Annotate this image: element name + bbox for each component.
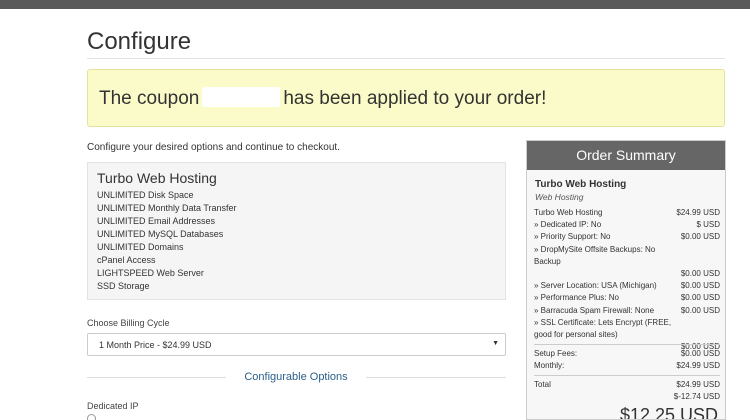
summary-line: » Dedicated IP: No $ USD bbox=[534, 219, 720, 231]
order-summary-panel: Order Summary Turbo Web Hosting Web Host… bbox=[526, 140, 726, 420]
summary-line: » SSL Certificate: Lets Encrypt (FREE, g… bbox=[534, 317, 720, 341]
title-divider bbox=[87, 58, 725, 59]
line-label: » Dedicated IP: No bbox=[534, 220, 602, 230]
summary-fees: Setup Fees: $0.00 USD Monthly: $24.99 USD bbox=[534, 348, 720, 372]
feature-list: UNLIMITED Disk Space UNLIMITED Monthly D… bbox=[97, 189, 237, 293]
feature-item: UNLIMITED MySQL Databases bbox=[97, 229, 224, 239]
billing-cycle-select[interactable]: 1 Month Price - $24.99 USD ▼ bbox=[87, 333, 506, 356]
dedicated-ip-radio[interactable] bbox=[87, 414, 96, 420]
coupon-message-before: The coupon bbox=[99, 88, 200, 109]
dedicated-ip-label: Dedicated IP bbox=[87, 401, 139, 411]
discount-row: $-12.74 USD bbox=[534, 391, 720, 403]
feature-item: SSD Storage bbox=[97, 281, 150, 291]
line-label: » DropMySite Offsite Backups: No Backup bbox=[534, 244, 656, 266]
feature-item: UNLIMITED Disk Space bbox=[97, 190, 194, 200]
page-title: Configure bbox=[87, 28, 192, 55]
billing-cycle-value: 1 Month Price - $24.99 USD bbox=[99, 340, 212, 350]
summary-line: » Barracuda Spam Firewall: None $0.00 USD bbox=[534, 305, 720, 317]
line-amount: $0.00 USD bbox=[680, 232, 720, 242]
dedicated-ip-options bbox=[87, 414, 387, 420]
line-amount: $0.00 USD bbox=[680, 305, 720, 315]
summary-line-items: Turbo Web Hosting $24.99 USD » Dedicated … bbox=[534, 207, 720, 353]
summary-line: » Performance Plus: No $0.00 USD bbox=[534, 292, 720, 304]
line-amount: $ USD bbox=[696, 220, 720, 230]
coupon-message: The coupon has been applied to your order… bbox=[99, 86, 547, 110]
line-amount: $0.00 USD bbox=[680, 293, 720, 303]
configurable-options-heading: Configurable Options bbox=[226, 371, 366, 383]
coupon-code-redacted bbox=[202, 86, 281, 107]
summary-line: $0.00 USD bbox=[534, 268, 720, 280]
summary-line: » Server Location: USA (Michigan) $0.00 U… bbox=[534, 280, 720, 292]
billing-cycle-label: Choose Billing Cycle bbox=[87, 318, 170, 328]
summary-line: » Priority Support: No $0.00 USD bbox=[534, 231, 720, 243]
feature-item: UNLIMITED Monthly Data Transfer bbox=[97, 203, 237, 213]
line-amount: $0.00 USD bbox=[680, 281, 720, 291]
feature-item: LIGHTSPEED Web Server bbox=[97, 268, 204, 278]
summary-divider bbox=[534, 344, 720, 345]
top-bar bbox=[0, 0, 750, 9]
chevron-down-icon: ▼ bbox=[492, 340, 499, 347]
intro-text: Configure your desired options and conti… bbox=[87, 142, 340, 153]
section-divider-right bbox=[366, 377, 506, 378]
total-due-today: $12.25 USD bbox=[619, 405, 718, 420]
product-info-panel: Turbo Web Hosting UNLIMITED Disk Space U… bbox=[87, 162, 506, 300]
summary-totals: Total $24.99 USD $-12.74 USD bbox=[534, 379, 720, 403]
line-amount: $24.99 USD bbox=[676, 208, 720, 217]
summary-product-group: Web Hosting bbox=[535, 192, 584, 202]
feature-item: cPanel Access bbox=[97, 255, 156, 265]
summary-line: » DropMySite Offsite Backups: No Backup bbox=[534, 244, 720, 268]
line-label: » SSL Certificate: Lets Encrypt (FREE, g… bbox=[534, 317, 672, 340]
setup-fees-row: Setup Fees: $0.00 USD bbox=[534, 348, 720, 360]
line-amount: $0.00 USD bbox=[680, 269, 720, 279]
monthly-row: Monthly: $24.99 USD bbox=[534, 360, 720, 372]
product-name: Turbo Web Hosting bbox=[97, 170, 217, 186]
discount-amount: $-12.74 USD bbox=[673, 392, 720, 402]
summary-line: Turbo Web Hosting $24.99 USD bbox=[534, 207, 720, 219]
total-amount: $24.99 USD bbox=[676, 380, 720, 389]
feature-item: UNLIMITED Domains bbox=[97, 242, 184, 252]
monthly-amount: $24.99 USD bbox=[676, 361, 720, 371]
order-summary-title: Order Summary bbox=[527, 141, 725, 170]
total-row: Total $24.99 USD bbox=[534, 379, 720, 391]
coupon-message-after: has been applied to your order! bbox=[283, 88, 547, 109]
feature-item: UNLIMITED Email Addresses bbox=[97, 216, 216, 226]
coupon-alert: The coupon has been applied to your order… bbox=[87, 69, 725, 127]
summary-product-name: Turbo Web Hosting bbox=[535, 179, 627, 190]
setup-fees-amount: $0.00 USD bbox=[680, 349, 720, 358]
section-divider-left bbox=[87, 377, 226, 378]
summary-divider bbox=[534, 375, 720, 376]
